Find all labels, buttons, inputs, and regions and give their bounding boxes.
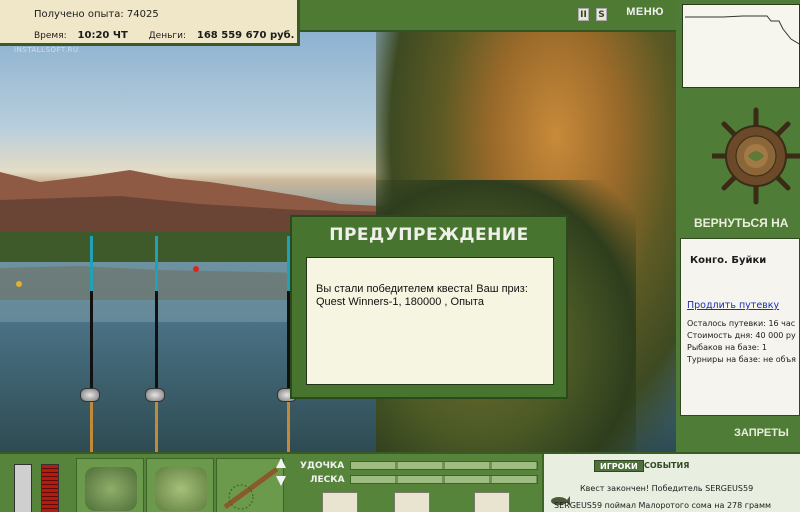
bottom-bar: УДОЧКА ЛЕСКА ИГРОКИ СОБЫТИЯ Квест законч… xyxy=(0,452,800,512)
extend-permit-link[interactable]: Продлить путевку xyxy=(687,300,779,311)
bait-bag-icon[interactable] xyxy=(146,458,214,512)
warning-dialog[interactable]: ПРЕДУПРЕЖДЕНИЕ Вы стали победителем квес… xyxy=(290,215,568,399)
tension-meter xyxy=(41,464,59,512)
tab-events[interactable]: СОБЫТИЯ xyxy=(644,460,689,472)
rod-label: УДОЧКА xyxy=(300,461,345,471)
time-value: 10:20 ЧТ xyxy=(77,30,128,41)
rod-condition-bar xyxy=(350,461,538,470)
line-label: ЛЕСКА xyxy=(310,475,345,485)
landing-net-icon[interactable] xyxy=(216,458,284,512)
dialog-body[interactable]: Вы стали победителем квеста! Ваш приз: Q… xyxy=(306,257,554,385)
tackle-slot-1[interactable] xyxy=(322,492,358,512)
permit-remaining: Осталось путевки: 16 час xyxy=(687,319,796,328)
tackle-slot-2[interactable] xyxy=(394,492,430,512)
tournaments-info: Турниры на базе: не объя xyxy=(687,355,796,364)
tackle-slot-3[interactable] xyxy=(474,492,510,512)
dialog-message: Вы стали победителем квеста! Ваш приз: Q… xyxy=(316,283,528,308)
experience-label: Получено опыта: xyxy=(34,9,124,20)
top-toolbar: II S МЕНЮ xyxy=(300,0,676,32)
location-info: Конго. Буйки Продлить путевку Осталось п… xyxy=(680,238,800,416)
time-label: Время: xyxy=(34,31,67,41)
menu-button[interactable]: МЕНЮ xyxy=(626,6,664,18)
tab-players[interactable]: ИГРОКИ xyxy=(594,460,644,472)
anglers-count: Рыбаков на базе: 1 xyxy=(687,343,767,352)
money-label: Деньги: xyxy=(148,31,187,41)
status-hud: Получено опыта: 74025 Время: 10:20 ЧТ Де… xyxy=(0,0,300,46)
watermark: INSTALLSOFT.RU xyxy=(14,46,79,54)
minimap[interactable] xyxy=(682,4,800,88)
money-value: 168 559 670 руб. xyxy=(196,30,295,41)
landing-net-graphic xyxy=(223,466,279,510)
day-cost: Стоимость дня: 40 000 ру xyxy=(687,331,796,340)
reel-2[interactable] xyxy=(145,388,165,402)
line-condition-bar xyxy=(350,475,538,484)
sound-icon[interactable]: S xyxy=(596,8,607,21)
bans-button[interactable]: ЗАПРЕТЫ xyxy=(734,427,789,439)
return-button[interactable]: ВЕРНУТЬСЯ НА xyxy=(694,216,788,230)
experience-readout: Получено опыта: 74025 xyxy=(34,9,159,20)
experience-value: 74025 xyxy=(126,9,159,20)
stamina-meter xyxy=(14,464,32,512)
time-money-row: Время: 10:20 ЧТ Деньги: 168 559 670 руб. xyxy=(34,30,294,41)
fishing-rod-1[interactable] xyxy=(90,236,93,452)
fishing-rod-2[interactable] xyxy=(155,236,158,452)
arrow-up-icon[interactable] xyxy=(276,458,286,468)
ship-wheel-icon[interactable] xyxy=(712,104,800,208)
events-panel: ИГРОКИ СОБЫТИЯ Квест закончен! Победител… xyxy=(542,454,800,512)
float-marker xyxy=(16,281,22,287)
location-title: Конго. Буйки xyxy=(690,255,767,266)
event-line: SERGEUS59 поймал Малоротого сома на 278 … xyxy=(554,501,772,510)
backpack-icon[interactable] xyxy=(76,458,144,512)
event-line: Квест закончен! Победитель SERGEUS59 xyxy=(580,484,754,493)
arrow-down-icon[interactable] xyxy=(276,476,286,486)
dialog-title: ПРЕДУПРЕЖДЕНИЕ xyxy=(329,225,529,245)
reel-1[interactable] xyxy=(80,388,100,402)
right-panel: ВЕРНУТЬСЯ НА Конго. Буйки Продлить путев… xyxy=(676,0,800,452)
pause-icon[interactable]: II xyxy=(578,8,589,21)
float-marker xyxy=(193,266,199,272)
